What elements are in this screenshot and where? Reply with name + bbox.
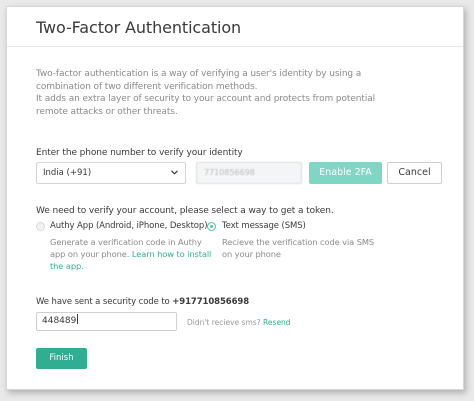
security-code-sent-text: We have sent a security code to +9177108…: [36, 297, 249, 307]
cancel-button[interactable]: Cancel: [387, 162, 442, 184]
finish-button[interactable]: Finish: [36, 348, 87, 369]
title-divider: [7, 46, 463, 47]
learn-install-link-continued[interactable]: the app.: [50, 261, 84, 271]
option-desc-line: the app.: [50, 260, 211, 272]
option-label-authy: Authy App (Android, iPhone, Desktop): [50, 221, 208, 231]
page-title: Two-Factor Authentication: [36, 18, 242, 37]
sent-prefix: We have sent a security code to: [36, 297, 173, 307]
description-line: It adds an extra layer of security to yo…: [36, 94, 376, 104]
country-code-value: India (+91): [43, 168, 92, 178]
option-desc-authy: Generate a verification code in Authy ap…: [50, 236, 211, 272]
learn-install-link[interactable]: Learn how to install: [132, 249, 211, 259]
radio-text-message[interactable]: [207, 222, 216, 231]
option-desc-text: app on your phone.: [50, 249, 132, 259]
enable-2fa-button[interactable]: Enable 2FA: [309, 162, 382, 184]
radio-authy-app[interactable]: [36, 222, 45, 231]
sent-phone-number: +917710856698: [172, 297, 250, 307]
option-desc-line: app on your phone. Learn how to install: [50, 248, 211, 260]
option-desc-line: on your phone: [222, 249, 281, 259]
text-caret: [77, 314, 79, 324]
two-factor-card: Two-Factor Authentication Two-factor aut…: [6, 6, 464, 390]
verify-method-label: We need to verify your account, please s…: [36, 206, 334, 216]
description-line: combination of two different verificatio…: [36, 81, 258, 92]
security-code-value: 448489: [42, 316, 77, 326]
chevron-down-icon: [171, 170, 178, 175]
country-code-select[interactable]: India (+91): [36, 162, 186, 184]
description: Two-factor authentication is a way of ve…: [36, 68, 376, 118]
option-label-sms: Text message (SMS): [222, 221, 306, 231]
phone-number-input[interactable]: 7710856698: [196, 162, 302, 184]
resend-text: Didn't recieve sms? Resend: [187, 318, 291, 327]
description-line: Two-factor authentication is a way of ve…: [36, 69, 362, 79]
description-line: remote attacks or other threats.: [36, 106, 178, 117]
option-desc-sms: Recieve the verification code via SMS on…: [222, 236, 374, 260]
option-desc-line: Recieve the verification code via SMS: [222, 237, 375, 247]
resend-link[interactable]: Resend: [263, 318, 291, 327]
resend-prefix: Didn't recieve sms?: [187, 318, 264, 327]
phone-label: Enter the phone number to verify your id…: [36, 148, 243, 158]
option-desc-line: Generate a verification code in Authy: [50, 237, 202, 247]
security-code-input[interactable]: 448489: [36, 312, 177, 331]
